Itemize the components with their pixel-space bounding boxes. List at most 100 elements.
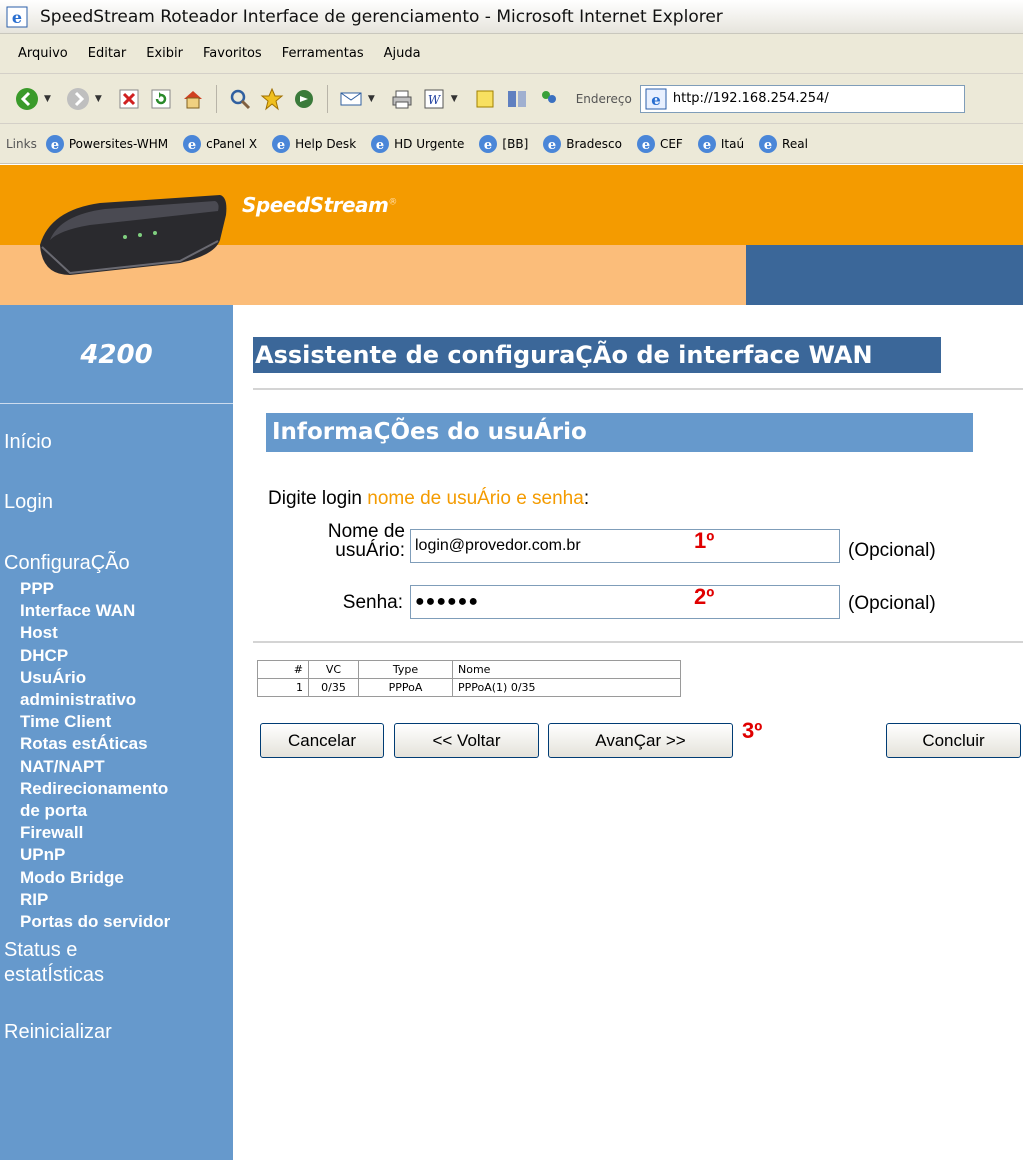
- table-cell: PPPoA(1) 0/35: [452, 678, 681, 697]
- print-icon[interactable]: [389, 86, 415, 112]
- svg-text:e: e: [764, 138, 772, 153]
- toolbar: ▼ ▼ ▼ W ▼ Endereço e http://192.168.254.…: [0, 74, 1023, 124]
- media-icon[interactable]: [291, 86, 317, 112]
- password-optional-label: (Opcional): [848, 593, 936, 614]
- page-content: SpeedStream® 4200 Início Login Configura…: [0, 165, 1023, 1160]
- link-item[interactable]: e CEF: [636, 134, 683, 154]
- link-item[interactable]: e Real: [758, 134, 808, 154]
- svg-text:e: e: [188, 138, 196, 153]
- links-label: Links: [6, 136, 37, 151]
- refresh-icon[interactable]: [148, 86, 174, 112]
- instruction-text: Digite login nome de usuÁrio e senha:: [268, 488, 590, 509]
- link-item[interactable]: e HD Urgente: [370, 134, 464, 154]
- research-icon[interactable]: [504, 86, 530, 112]
- model-number: 4200: [80, 340, 153, 370]
- username-field[interactable]: login@provedor.com.br: [410, 529, 840, 563]
- mail-dropdown-icon[interactable]: ▼: [368, 94, 375, 104]
- discuss-icon[interactable]: [472, 86, 498, 112]
- link-item[interactable]: e Powersites-WHM: [45, 134, 168, 154]
- nav-dhcp[interactable]: DHCP: [20, 645, 170, 667]
- ie-page-icon: e: [479, 134, 498, 153]
- nav-firewall[interactable]: Firewall: [20, 822, 170, 844]
- link-label: Help Desk: [295, 136, 357, 151]
- back-dropdown-icon[interactable]: ▼: [44, 94, 51, 104]
- password-field[interactable]: ●●●●●●: [410, 585, 840, 619]
- nav-host[interactable]: Host: [20, 622, 170, 644]
- ie-page-icon: e: [272, 134, 291, 153]
- window-title: SpeedStream Roteador Interface de gerenc…: [40, 6, 723, 27]
- nav-rip[interactable]: RIP: [20, 889, 170, 911]
- link-label: Bradesco: [566, 136, 622, 151]
- username-label: Nome de usuÁrio:: [327, 521, 405, 561]
- address-url[interactable]: http://192.168.254.254/: [673, 91, 829, 106]
- svg-text:e: e: [376, 138, 384, 153]
- divider: [253, 641, 1023, 643]
- nav-login[interactable]: Login: [4, 490, 53, 515]
- svg-text:e: e: [277, 138, 285, 153]
- annotation-step-1: 1º: [694, 528, 715, 553]
- link-item[interactable]: e Bradesco: [542, 134, 622, 154]
- link-item[interactable]: e Itaú: [697, 134, 744, 154]
- window-titlebar: e SpeedStream Roteador Interface de gere…: [0, 0, 1023, 34]
- nav-redirecionamento[interactable]: Redirecionamento: [20, 778, 170, 800]
- stop-icon[interactable]: [116, 86, 142, 112]
- nav-ppp[interactable]: PPP: [20, 578, 170, 600]
- nav-interface-wan[interactable]: Interface WAN: [20, 600, 170, 622]
- nav-time-client[interactable]: Time Client: [20, 711, 170, 733]
- nav-reinicializar[interactable]: Reinicializar: [4, 1020, 112, 1045]
- search-icon[interactable]: [227, 86, 253, 112]
- messenger-icon[interactable]: [536, 86, 562, 112]
- menu-exibir[interactable]: Exibir: [146, 46, 183, 61]
- svg-text:e: e: [12, 8, 22, 27]
- router-image: [40, 195, 227, 275]
- nav-status-line1[interactable]: Status e: [4, 938, 77, 963]
- nav-rotas-estaticas[interactable]: Rotas estÁticas: [20, 733, 170, 755]
- link-item[interactable]: e Help Desk: [271, 134, 356, 154]
- menu-favoritos[interactable]: Favoritos: [203, 46, 262, 61]
- svg-text:e: e: [703, 138, 711, 153]
- nav-portas-do-servidor[interactable]: Portas do servidor: [20, 911, 170, 933]
- address-bar[interactable]: e http://192.168.254.254/: [639, 84, 965, 113]
- link-item[interactable]: e [BB]: [478, 134, 528, 154]
- finish-button[interactable]: Concluir: [886, 723, 1021, 758]
- menu-ajuda[interactable]: Ajuda: [384, 46, 421, 61]
- menu-editar[interactable]: Editar: [88, 46, 127, 61]
- favorites-icon[interactable]: [259, 86, 285, 112]
- table-header: Nome: [452, 660, 681, 679]
- nav-configuracao[interactable]: ConfiguraÇÃo: [4, 551, 130, 576]
- ie-page-icon: e: [45, 134, 64, 153]
- table-cell: 0/35: [308, 678, 359, 697]
- edit-word-icon[interactable]: W: [421, 86, 447, 112]
- forward-icon[interactable]: [65, 86, 91, 112]
- nav-usuario-administrativo[interactable]: UsuÁrio: [20, 667, 170, 689]
- link-label: Powersites-WHM: [68, 136, 169, 151]
- annotation-step-3: 3º: [742, 718, 763, 743]
- home-icon[interactable]: [180, 86, 206, 112]
- menu-arquivo[interactable]: Arquivo: [18, 46, 68, 61]
- forward-dropdown-icon[interactable]: ▼: [95, 94, 102, 104]
- header-blue-block: [746, 245, 1023, 305]
- cancel-button[interactable]: Cancelar: [260, 723, 384, 758]
- nav-modo-bridge[interactable]: Modo Bridge: [20, 867, 170, 889]
- nav-status-line2[interactable]: estatÍsticas: [4, 963, 104, 988]
- nav-redirecionamento-cont[interactable]: de porta: [20, 800, 170, 822]
- table-cell: 1: [257, 678, 309, 697]
- edit-dropdown-icon[interactable]: ▼: [451, 94, 458, 104]
- nav-upnp[interactable]: UPnP: [20, 844, 170, 866]
- table-header-row: # VC Type Nome: [257, 660, 681, 679]
- link-label: Itaú: [720, 136, 745, 151]
- back-button[interactable]: << Voltar: [394, 723, 539, 758]
- sidebar-divider: [0, 403, 233, 404]
- next-button[interactable]: AvanÇar >>: [548, 723, 733, 758]
- nav-nat-napt[interactable]: NAT/NAPT: [20, 756, 170, 778]
- menu-ferramentas[interactable]: Ferramentas: [282, 46, 364, 61]
- link-item[interactable]: e cPanel X: [182, 134, 257, 154]
- nav-usuario-administrativo-cont[interactable]: administrativo: [20, 689, 170, 711]
- back-icon[interactable]: [14, 86, 40, 112]
- password-label: Senha:: [342, 592, 403, 613]
- config-subnav: PPP Interface WAN Host DHCP UsuÁrio admi…: [20, 578, 170, 933]
- nav-inicio[interactable]: Início: [4, 430, 52, 455]
- vc-table: # VC Type Nome 1 0/35 PPPoA PPPoA(1) 0/3…: [257, 660, 681, 697]
- mail-icon[interactable]: [338, 86, 364, 112]
- links-bar: Links e Powersites-WHM e cPanel X e Help De…: [0, 124, 1023, 164]
